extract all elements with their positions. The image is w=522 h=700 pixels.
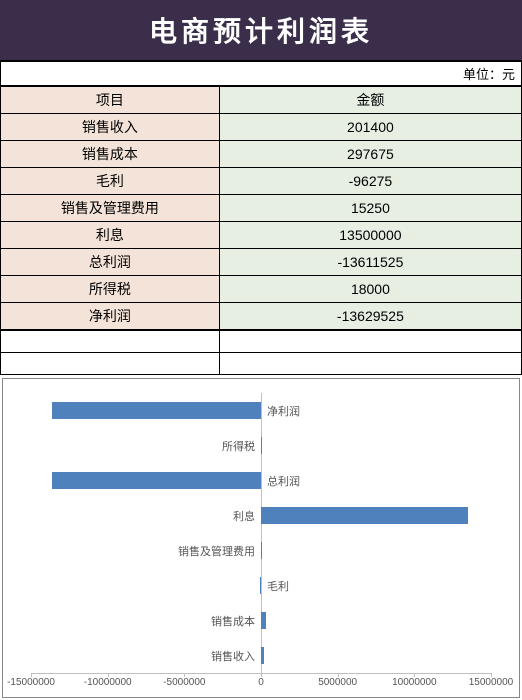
- chart-bar-row: 利息: [31, 498, 491, 533]
- chart-bar-row: 销售收入: [31, 638, 491, 673]
- chart-bar-row: 总利润: [31, 463, 491, 498]
- chart-bar-row: 毛利: [31, 568, 491, 603]
- table-row: 总利润-13611525: [1, 249, 522, 276]
- chart-x-axis: -15000000-10000000-500000005000000100000…: [31, 673, 491, 693]
- row-label: 销售成本: [1, 141, 220, 168]
- page-title: 电商预计利润表: [0, 0, 522, 60]
- unit-label: 单位：元: [0, 60, 522, 86]
- chart-bar-row: 净利润: [31, 393, 491, 428]
- chart-category-label: 销售收入: [211, 648, 261, 664]
- row-label: 利息: [1, 222, 220, 249]
- chart-x-tick-label: -10000000: [84, 677, 132, 688]
- table-row: 利息13500000: [1, 222, 522, 249]
- chart-category-label: 销售及管理费用: [178, 543, 261, 559]
- chart-x-tick-label: -15000000: [7, 677, 55, 688]
- profit-bar-chart: 净利润所得税总利润利息销售及管理费用毛利销售成本销售收入 -15000000-1…: [11, 393, 511, 693]
- row-value: 18000: [219, 276, 521, 303]
- row-label: 销售及管理费用: [1, 195, 220, 222]
- table-row: 销售成本297675: [1, 141, 522, 168]
- profit-table: 项目金额销售收入201400销售成本297675毛利-96275销售及管理费用1…: [0, 86, 522, 330]
- row-value: 297675: [219, 141, 521, 168]
- row-label: 毛利: [1, 168, 220, 195]
- table-row: 所得税18000: [1, 276, 522, 303]
- chart-category-label: 利息: [233, 508, 261, 524]
- chart-category-label: 毛利: [261, 578, 289, 594]
- chart-bar: [52, 402, 261, 418]
- col-header-item: 项目: [1, 87, 220, 114]
- chart-category-label: 销售成本: [211, 613, 261, 629]
- chart-x-tick-label: 0: [258, 677, 264, 688]
- spacer-rows: [0, 330, 522, 375]
- row-value: -13611525: [219, 249, 521, 276]
- chart-x-tick-label: 15000000: [469, 677, 514, 688]
- col-header-amount: 金额: [219, 87, 521, 114]
- chart-category-label: 所得税: [222, 438, 261, 454]
- row-value: 201400: [219, 114, 521, 141]
- chart-x-tick-label: 5000000: [318, 677, 357, 688]
- row-label: 总利润: [1, 249, 220, 276]
- chart-bar: [261, 507, 468, 523]
- table-row: 净利润-13629525: [1, 303, 522, 330]
- chart-bar-row: 销售成本: [31, 603, 491, 638]
- chart-bar: [261, 612, 266, 628]
- row-value: -96275: [219, 168, 521, 195]
- table-row: 销售及管理费用15250: [1, 195, 522, 222]
- row-label: 净利润: [1, 303, 220, 330]
- row-value: -13629525: [219, 303, 521, 330]
- chart-bar-row: 销售及管理费用: [31, 533, 491, 568]
- chart-bar: [52, 472, 261, 488]
- chart-container: 净利润所得税总利润利息销售及管理费用毛利销售成本销售收入 -15000000 -1…: [2, 378, 520, 698]
- row-value: 13500000: [219, 222, 521, 249]
- table-row: 毛利-96275: [1, 168, 522, 195]
- chart-category-label: 净利润: [261, 403, 300, 419]
- chart-bar: [261, 647, 264, 663]
- row-label: 所得税: [1, 276, 220, 303]
- row-value: 15250: [219, 195, 521, 222]
- chart-category-label: 总利润: [261, 473, 300, 489]
- table-row: 销售收入201400: [1, 114, 522, 141]
- row-label: 销售收入: [1, 114, 220, 141]
- chart-x-tick-label: 10000000: [392, 677, 437, 688]
- chart-x-tick-label: -5000000: [163, 677, 205, 688]
- chart-bar-row: 所得税: [31, 428, 491, 463]
